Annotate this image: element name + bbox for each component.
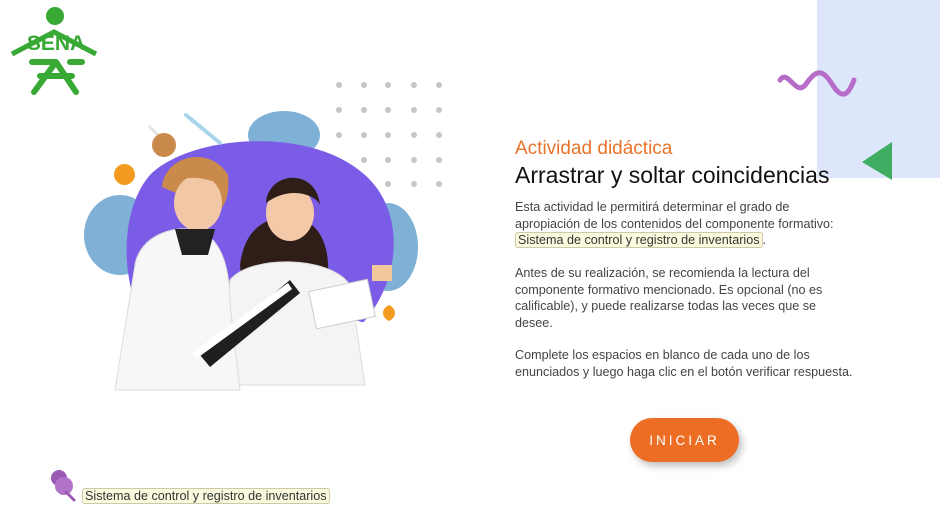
footer-component-link[interactable]: Sistema de control y registro de inventa…: [82, 488, 330, 504]
component-link[interactable]: Sistema de control y registro de inventa…: [515, 232, 763, 248]
orange-petal-decoration: [383, 305, 395, 321]
pin-icon: [51, 470, 76, 502]
description-paragraph-2: Antes de su realización, se recomienda l…: [515, 266, 823, 330]
wave-decoration-icon: [777, 70, 857, 97]
description-period: .: [762, 233, 767, 247]
activity-title: Arrastrar y soltar coincidencias: [515, 162, 830, 188]
triangle-decoration-icon: [862, 142, 892, 180]
orange-dot-decoration: [114, 164, 135, 185]
start-button[interactable]: INICIAR: [630, 418, 739, 462]
description-paragraph-3: Complete los espacios en blanco de cada …: [515, 348, 853, 379]
sena-logo-icon: SENA: [10, 7, 98, 95]
lab-workers-illustration: [84, 111, 418, 400]
description-text: Esta actividad le permitirá determinar e…: [515, 200, 834, 231]
activity-subtitle: Actividad didáctica: [515, 138, 673, 159]
description-paragraph-1: Esta actividad le permitirá determinar e…: [515, 199, 855, 249]
